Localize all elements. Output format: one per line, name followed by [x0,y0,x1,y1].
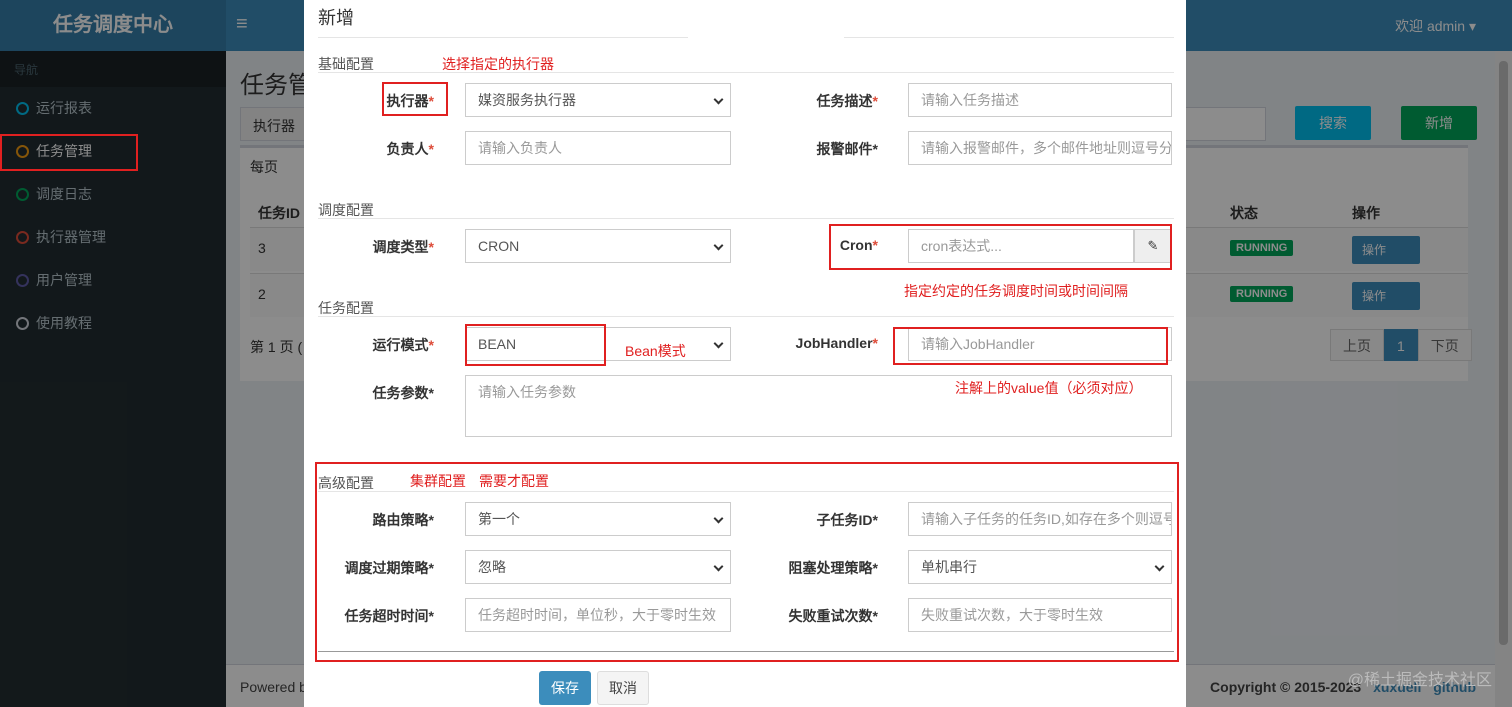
divider [318,316,1174,317]
annotation-box-cron [829,224,1172,270]
divider [318,218,1174,219]
save-button[interactable]: 保存 [539,671,591,705]
job-desc-input[interactable]: 请输入任务描述 [908,83,1172,117]
executor-select[interactable]: 媒资服务执行器 [465,83,731,117]
watermark: @稀土掘金技术社区 [1347,672,1492,689]
section-task: 任务配置 [318,300,374,316]
cancel-button[interactable]: 取消 [597,671,649,705]
annotation-cluster: 集群配置 [410,473,466,489]
add-job-modal: 新增 基础配置 执行器* 媒资服务执行器 任务描述* 请输入任务描述 负责人* … [304,0,1186,707]
annotation-executor: 选择指定的执行器 [442,56,554,72]
annotation-box-sidebar [0,134,138,171]
annotation-box-advanced [315,462,1179,662]
annotation-handler: 注解上的value值（必须对应） [955,380,1143,396]
section-basic: 基础配置 [318,56,374,72]
annotation-box-executor [382,82,448,116]
annotation-cluster-2: 需要才配置 [479,473,549,489]
job-desc-label: 任务描述* [816,93,878,109]
schedule-type-select[interactable]: CRON [465,229,731,263]
author-label: 负责人* [386,141,434,157]
modal-title: 新增 [318,8,354,28]
schedule-type-label: 调度类型* [372,239,434,255]
job-param-label: 任务参数* [372,385,434,401]
alarm-email-input[interactable]: 请输入报警邮件，多个邮件地址则逗号分 [908,131,1172,165]
job-handler-label: JobHandler* [795,335,878,351]
annotation-box-bean [465,324,606,366]
divider [844,37,1174,38]
annotation-cron: 指定约定的任务调度时间或时间间隔 [904,283,1128,299]
alarm-email-label: 报警邮件* [816,141,878,157]
author-input[interactable]: 请输入负责人 [465,131,731,165]
divider [318,37,688,38]
annotation-bean: Bean模式 [625,343,686,359]
annotation-box-handler [893,327,1168,365]
glue-type-label: 运行模式* [372,337,434,353]
section-schedule: 调度配置 [318,202,374,218]
